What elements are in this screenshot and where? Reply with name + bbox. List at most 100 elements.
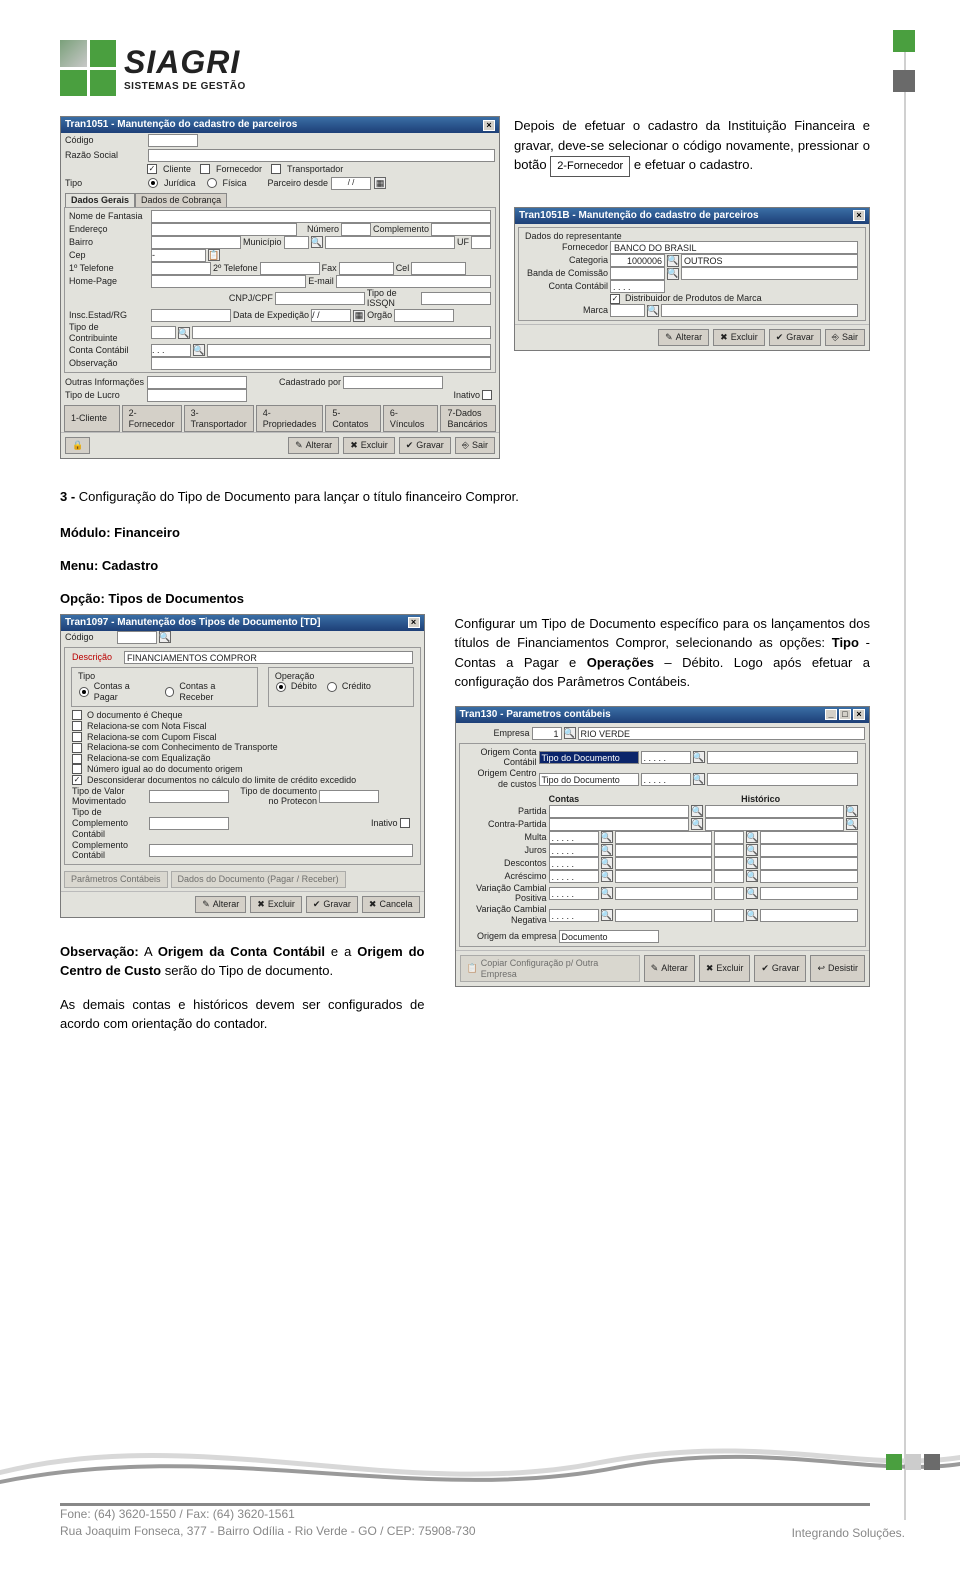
cep-icon[interactable]: 📋: [208, 249, 220, 261]
btn-dados-doc[interactable]: Dados do Documento (Pagar / Receber): [171, 871, 346, 888]
input-tipovalor[interactable]: [149, 790, 229, 803]
rad-juridica[interactable]: [148, 178, 158, 188]
input-cep[interactable]: -: [151, 249, 206, 262]
input-conta-row-3[interactable]: . . . . .: [549, 844, 599, 857]
rad-pagar[interactable]: [79, 687, 89, 697]
close-icon4[interactable]: ×: [853, 709, 865, 720]
chk-distrib[interactable]: [610, 294, 620, 304]
btn-gravar3[interactable]: ✔ Gravar: [306, 896, 358, 913]
input-razao[interactable]: [148, 149, 495, 162]
search-hist-icon-row-3[interactable]: 🔍: [746, 844, 758, 856]
input-hist-row-2[interactable]: [714, 831, 744, 844]
input-complemento[interactable]: [431, 223, 491, 236]
input-tipodoc[interactable]: [319, 790, 379, 803]
input-tipocontrib[interactable]: [151, 326, 176, 339]
search-icon8[interactable]: 🔍: [564, 727, 576, 739]
btn-excluir3[interactable]: ✖ Excluir: [250, 896, 302, 913]
input-bairro[interactable]: [151, 236, 241, 249]
chk-option-0[interactable]: [72, 710, 82, 720]
input-origemconta[interactable]: Tipo do Documento: [539, 751, 639, 764]
input-date[interactable]: / /: [331, 177, 371, 190]
rad-debito[interactable]: [276, 682, 286, 692]
tab-dados-cobranca[interactable]: Dados de Cobrança: [135, 193, 227, 207]
input-endereco[interactable]: [151, 223, 297, 236]
btn-excluir[interactable]: ✖ Excluir: [343, 437, 395, 454]
input-hist-row-6[interactable]: [714, 887, 744, 900]
search-icon-row-3[interactable]: 🔍: [601, 844, 613, 856]
btn-fornecedor[interactable]: 2-Fornecedor: [122, 405, 182, 433]
input-tipolucro[interactable]: [147, 389, 247, 402]
btn-excluir2[interactable]: ✖ Excluir: [713, 329, 765, 346]
btn-excluir4[interactable]: ✖ Excluir: [699, 955, 751, 983]
input-conta-desc-row-2[interactable]: [615, 831, 713, 844]
search-icon5[interactable]: 🔍: [667, 268, 679, 280]
input-homepage[interactable]: [151, 275, 306, 288]
input-conta-row-1[interactable]: [549, 818, 690, 831]
chk-option-3[interactable]: [72, 743, 82, 753]
btn-sair[interactable]: ⎆ Sair: [455, 437, 495, 454]
input-outras[interactable]: [147, 376, 247, 389]
tab-dados-gerais[interactable]: Dados Gerais: [65, 193, 135, 207]
input-tel1[interactable]: [151, 262, 211, 275]
input-conta-row-4[interactable]: . . . . .: [549, 857, 599, 870]
input-categoria-desc[interactable]: OUTROS: [681, 254, 858, 267]
input-origemcentro[interactable]: Tipo do Documento: [539, 773, 639, 786]
btn-copy[interactable]: 📋 Copiar Configuração p/ Outra Empresa: [460, 955, 640, 983]
input-conta-desc-row-6[interactable]: [615, 887, 713, 900]
search-icon-row-0[interactable]: 🔍: [691, 805, 703, 817]
btn-alterar4[interactable]: ✎ Alterar: [644, 955, 695, 983]
min-icon[interactable]: _: [825, 709, 837, 720]
cal2-icon[interactable]: ▦: [353, 310, 365, 322]
input-hist-row-7[interactable]: [714, 909, 744, 922]
btn-sair2[interactable]: ⎆ Sair: [825, 329, 865, 346]
search-icon2[interactable]: 🔍: [178, 327, 190, 339]
input-origemcentro-d[interactable]: [707, 773, 859, 786]
btn-alterar2[interactable]: ✎ Alterar: [658, 329, 709, 346]
btn-cliente[interactable]: 1-Cliente: [64, 405, 120, 433]
btn-propriedades[interactable]: 4-Propriedades: [256, 405, 324, 433]
search-hist-icon-row-2[interactable]: 🔍: [746, 831, 758, 843]
input-email[interactable]: [336, 275, 491, 288]
input-nome-fantasia[interactable]: [151, 210, 491, 223]
input-origemdoc[interactable]: Documento: [559, 930, 659, 943]
input-hist-row-5[interactable]: [714, 870, 744, 883]
input-conta-desc-row-7[interactable]: [615, 909, 713, 922]
input-conta-desc[interactable]: [207, 344, 491, 357]
search-hist-icon-row-6[interactable]: 🔍: [746, 887, 758, 899]
chk-option-1[interactable]: [72, 721, 82, 731]
btn-contatos[interactable]: 5-Contatos: [325, 405, 381, 433]
input-conta-row-6[interactable]: . . . . .: [549, 887, 599, 900]
rad-fisica[interactable]: [207, 178, 217, 188]
input-banda[interactable]: [610, 267, 665, 280]
close-icon3[interactable]: ×: [408, 617, 420, 628]
input-conta-desc-row-4[interactable]: [615, 857, 713, 870]
input-uf[interactable]: [471, 236, 491, 249]
input-hist-row-4[interactable]: [714, 857, 744, 870]
search-icon6[interactable]: 🔍: [647, 305, 659, 317]
input-hist-desc-row-6[interactable]: [760, 887, 858, 900]
search-hist-icon-row-0[interactable]: 🔍: [846, 805, 858, 817]
input-fax[interactable]: [339, 262, 394, 275]
input-conta-row-0[interactable]: [549, 805, 690, 818]
btn-bancarios[interactable]: 7-Dados Bancários: [440, 405, 496, 433]
input-compl[interactable]: [149, 844, 413, 857]
input-banda-desc[interactable]: [681, 267, 858, 280]
input-origemcentro-val[interactable]: . . . . .: [641, 773, 691, 786]
search-icon[interactable]: 🔍: [311, 236, 323, 248]
search-icon-row-4[interactable]: 🔍: [601, 857, 613, 869]
rad-credito[interactable]: [327, 682, 337, 692]
btn-vinculos[interactable]: 6-Vínculos: [383, 405, 439, 433]
input-cel[interactable]: [411, 262, 466, 275]
search-icon-row-7[interactable]: 🔍: [601, 909, 613, 921]
input-hist-desc-row-3[interactable]: [760, 844, 858, 857]
rad-receber[interactable]: [165, 687, 175, 697]
input-tipocontrib-desc[interactable]: [192, 326, 491, 339]
chk-inativo[interactable]: [482, 390, 492, 400]
input-conta-row-5[interactable]: . . . . .: [549, 870, 599, 883]
input-marca-desc[interactable]: [661, 304, 858, 317]
input-conta-row-2[interactable]: . . . . .: [549, 831, 599, 844]
input-dataexp[interactable]: / /: [311, 309, 351, 322]
btn-desistir4[interactable]: ↩ Desistir: [810, 955, 865, 983]
input-codigo[interactable]: [148, 134, 198, 147]
input-conta-desc-row-5[interactable]: [615, 870, 713, 883]
